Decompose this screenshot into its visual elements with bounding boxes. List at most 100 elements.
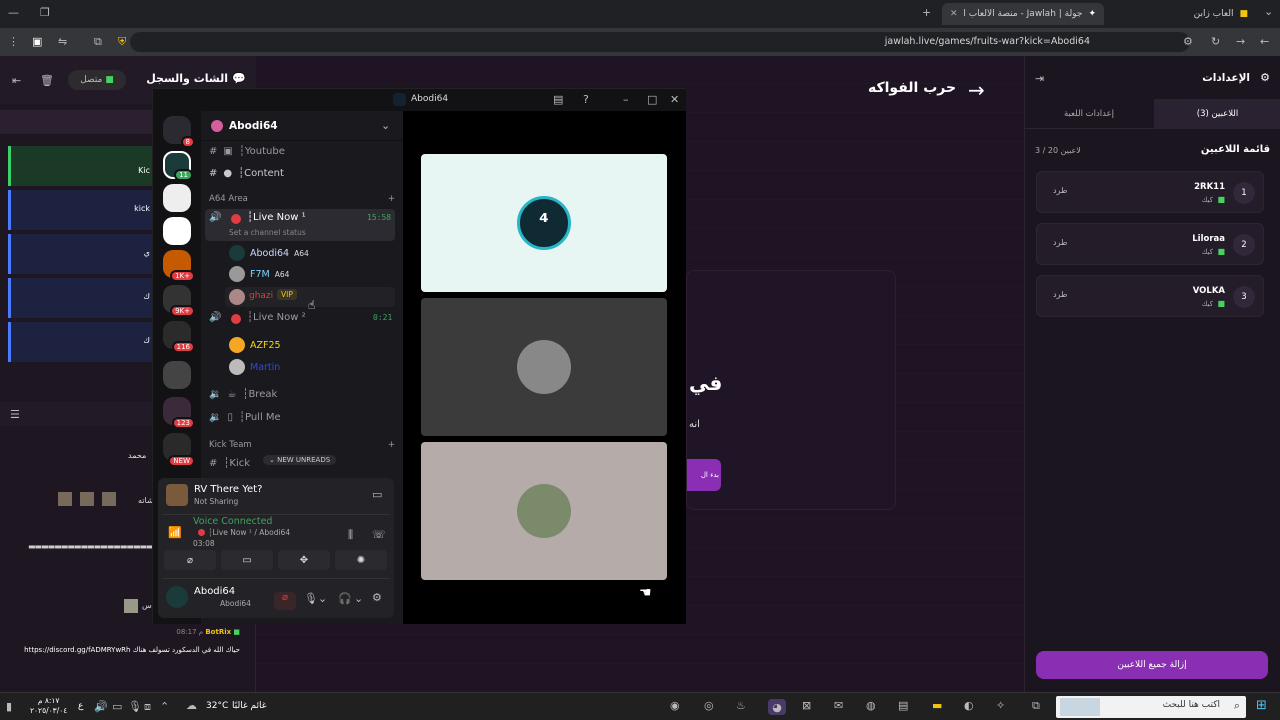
category-kick-team[interactable]: Kick Team + [209, 437, 395, 453]
remove-all-players-button[interactable]: إزالة جميع اللاعبين [1036, 651, 1268, 679]
category-a64-area[interactable]: A64 Area + [209, 191, 395, 207]
minimize-icon[interactable]: – [623, 93, 629, 106]
notification-icon[interactable]: ▮ [6, 700, 12, 713]
start-game-button[interactable]: بدء ال [687, 459, 721, 491]
server-folder-icon[interactable] [163, 361, 191, 389]
screen-share-button[interactable]: ▭ [221, 550, 273, 570]
voice-member[interactable]: F7M A64 [229, 266, 289, 282]
discord-home-icon[interactable]: 8 [163, 116, 195, 148]
reload-icon[interactable]: ↻ [1211, 35, 1220, 48]
video-tile[interactable] [421, 298, 667, 436]
server-icon[interactable]: 116 [163, 321, 195, 353]
server-header[interactable]: Abodi64 ⌄ [201, 111, 403, 141]
discord-taskbar-icon[interactable]: ◕ [768, 699, 786, 715]
headphones-icon[interactable]: 🎧 [338, 592, 352, 605]
voice-member[interactable]: Martin [229, 359, 280, 375]
taskbar-search[interactable]: اكتب هنا للبحث ⌕ [1056, 696, 1246, 718]
camera-off-button[interactable]: ⌀ [164, 550, 216, 570]
share-screen-icon[interactable]: ▭ [372, 488, 382, 501]
tab-search-icon[interactable]: ⌄ [1264, 5, 1273, 18]
channel-youtube[interactable]: # ▣ ┆Youtube [209, 141, 395, 161]
add-channel-icon[interactable]: + [388, 194, 395, 204]
tab-game-settings[interactable]: إعدادات اللعبة [1025, 99, 1153, 129]
voice-channel-live-now-2[interactable]: 🔊 ┆Live Now ² 0:21 [205, 309, 395, 329]
language-indicator[interactable]: ع [78, 701, 83, 711]
maximize-icon[interactable]: □ [647, 93, 657, 106]
clock[interactable]: ٨:١٧ م ٢٠٢٥/٠٣/٠٤ [30, 696, 67, 716]
inbox-icon[interactable]: ▤ [553, 93, 563, 106]
unreal-engine-icon[interactable]: ◉ [670, 699, 680, 712]
disconnect-icon[interactable]: ☏ [372, 528, 386, 541]
back-icon[interactable]: ← [1260, 35, 1269, 48]
soundboard-button[interactable]: ✺ [335, 550, 387, 570]
kick-logo-icon: ■ [233, 628, 240, 636]
forward-icon[interactable]: → [1236, 35, 1245, 48]
file-explorer-icon[interactable]: ▬ [932, 699, 942, 712]
app-icon[interactable]: ▤ [898, 699, 908, 712]
video-tile[interactable] [421, 442, 667, 580]
extension-icon[interactable]: ▣ [32, 35, 42, 48]
copilot-icon[interactable]: ✧ [996, 699, 1005, 712]
edge-icon[interactable]: ◐ [964, 699, 974, 712]
noise-suppression-icon[interactable]: ⫼ [348, 528, 353, 542]
server-icon[interactable] [163, 217, 191, 245]
voice-member[interactable]: AZF25 [229, 337, 281, 353]
microphone-icon[interactable]: 🎙 [304, 592, 318, 605]
volume-icon[interactable]: 🔊 [94, 700, 108, 713]
avatar[interactable] [166, 586, 188, 608]
trash-icon[interactable]: 🗑 [40, 74, 54, 87]
stream-off-icon[interactable]: ⌀ [274, 592, 296, 610]
collapse-panel-icon[interactable]: ⇥ [1035, 72, 1044, 85]
minimize-window-icon[interactable]: — [8, 6, 19, 19]
server-folder-icon[interactable]: 123 [163, 397, 195, 429]
tab-jawlah[interactable]: ✦ جولة | Jawlah - منصة الألعاب الت ✕ [942, 3, 1104, 25]
chevron-down-icon[interactable]: ⌄ [354, 592, 363, 605]
microphone-icon[interactable]: 🎙 [128, 700, 142, 713]
tab-alaab-zabn[interactable]: ■ العاب زابن [1106, 3, 1256, 25]
add-channel-icon[interactable]: + [388, 440, 395, 450]
server-customs-icon[interactable] [163, 184, 191, 212]
url-field[interactable]: jawlah.live/games/fruits-war?kick=Abodi6… [130, 32, 1190, 52]
voice-member[interactable]: Abodi64 A64 [229, 245, 309, 261]
site-settings-icon[interactable]: ⚙ [1183, 35, 1193, 48]
shield-icon[interactable]: ⛨ [118, 35, 126, 49]
tab-players[interactable]: اللاعبين (3) [1154, 99, 1280, 129]
close-tab-icon[interactable]: ✕ [950, 9, 958, 19]
app-icon[interactable]: ◎ [704, 699, 714, 712]
windows-start-icon[interactable]: ⊞ [1256, 698, 1267, 713]
video-tile[interactable]: ⁴ [421, 154, 667, 292]
extensions-puzzle-icon[interactable]: ⧉ [94, 35, 102, 49]
chrome-icon[interactable]: ◍ [866, 699, 876, 712]
help-icon[interactable]: ? [583, 93, 589, 106]
list-icon[interactable]: ☰ [10, 408, 20, 421]
chevron-up-icon[interactable]: ⌃ [160, 700, 169, 713]
kick-player-button[interactable]: طرد [1053, 290, 1067, 299]
menu-dots-icon[interactable]: ⋮ [8, 35, 19, 48]
close-icon[interactable]: ✕ [670, 93, 679, 106]
new-unreads-pill[interactable]: ⌄ NEW UNREADS [263, 455, 337, 465]
back-arrow-icon[interactable]: → [968, 78, 985, 102]
restore-window-icon[interactable]: ❐ [40, 6, 50, 19]
settings-gear-icon[interactable]: ⚙ [372, 591, 382, 604]
voice-channel-pull-me[interactable]: 🔉 ▯ ┆Pull Me [209, 407, 395, 427]
collapse-panel-icon[interactable]: ⇤ [12, 74, 21, 87]
kick-player-button[interactable]: طرد [1053, 238, 1067, 247]
outlook-icon[interactable]: ✉ [834, 699, 843, 712]
server-icon[interactable]: NEW [163, 433, 195, 467]
battery-icon[interactable]: ▭ [112, 700, 122, 713]
voice-channel-live-now-1[interactable]: 🔊 ┆Live Now ¹ 15:58 Set a channel status [205, 209, 395, 241]
voice-channel-break[interactable]: 🔉 ☕ ┆Break [209, 384, 395, 404]
new-tab-icon[interactable]: + [922, 6, 931, 19]
kick-player-button[interactable]: طرد [1053, 186, 1067, 195]
chevron-down-icon[interactable]: ⌄ [318, 592, 327, 605]
network-icon[interactable]: ⧈ [144, 700, 151, 714]
server-folder-icon[interactable]: 9K+ [163, 285, 195, 317]
activities-button[interactable]: ✥ [278, 550, 330, 570]
extension-icon[interactable]: ⇋ [58, 35, 67, 48]
steam-icon[interactable]: ♨ [736, 699, 746, 712]
task-view-icon[interactable]: ⧉ [1032, 699, 1040, 713]
server-a64-icon[interactable]: 11 [163, 151, 193, 181]
app-icon[interactable]: ⊠ [802, 699, 811, 712]
server-folder-icon[interactable]: 1K+ [163, 250, 195, 282]
channel-content[interactable]: # ● ┆Content [209, 163, 395, 183]
